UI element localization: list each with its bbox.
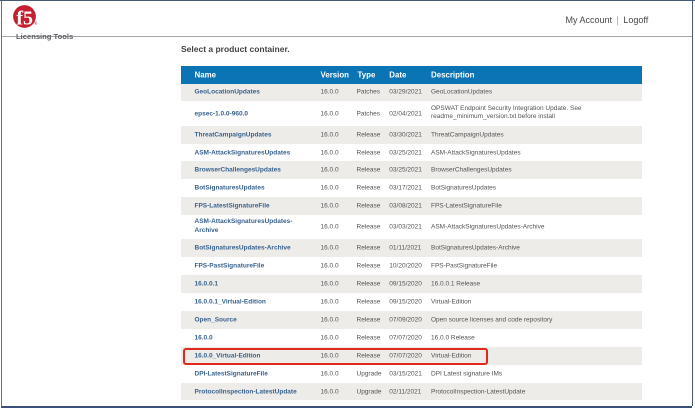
svg-text:®: ® <box>34 20 38 26</box>
svg-text:f5: f5 <box>16 7 33 29</box>
